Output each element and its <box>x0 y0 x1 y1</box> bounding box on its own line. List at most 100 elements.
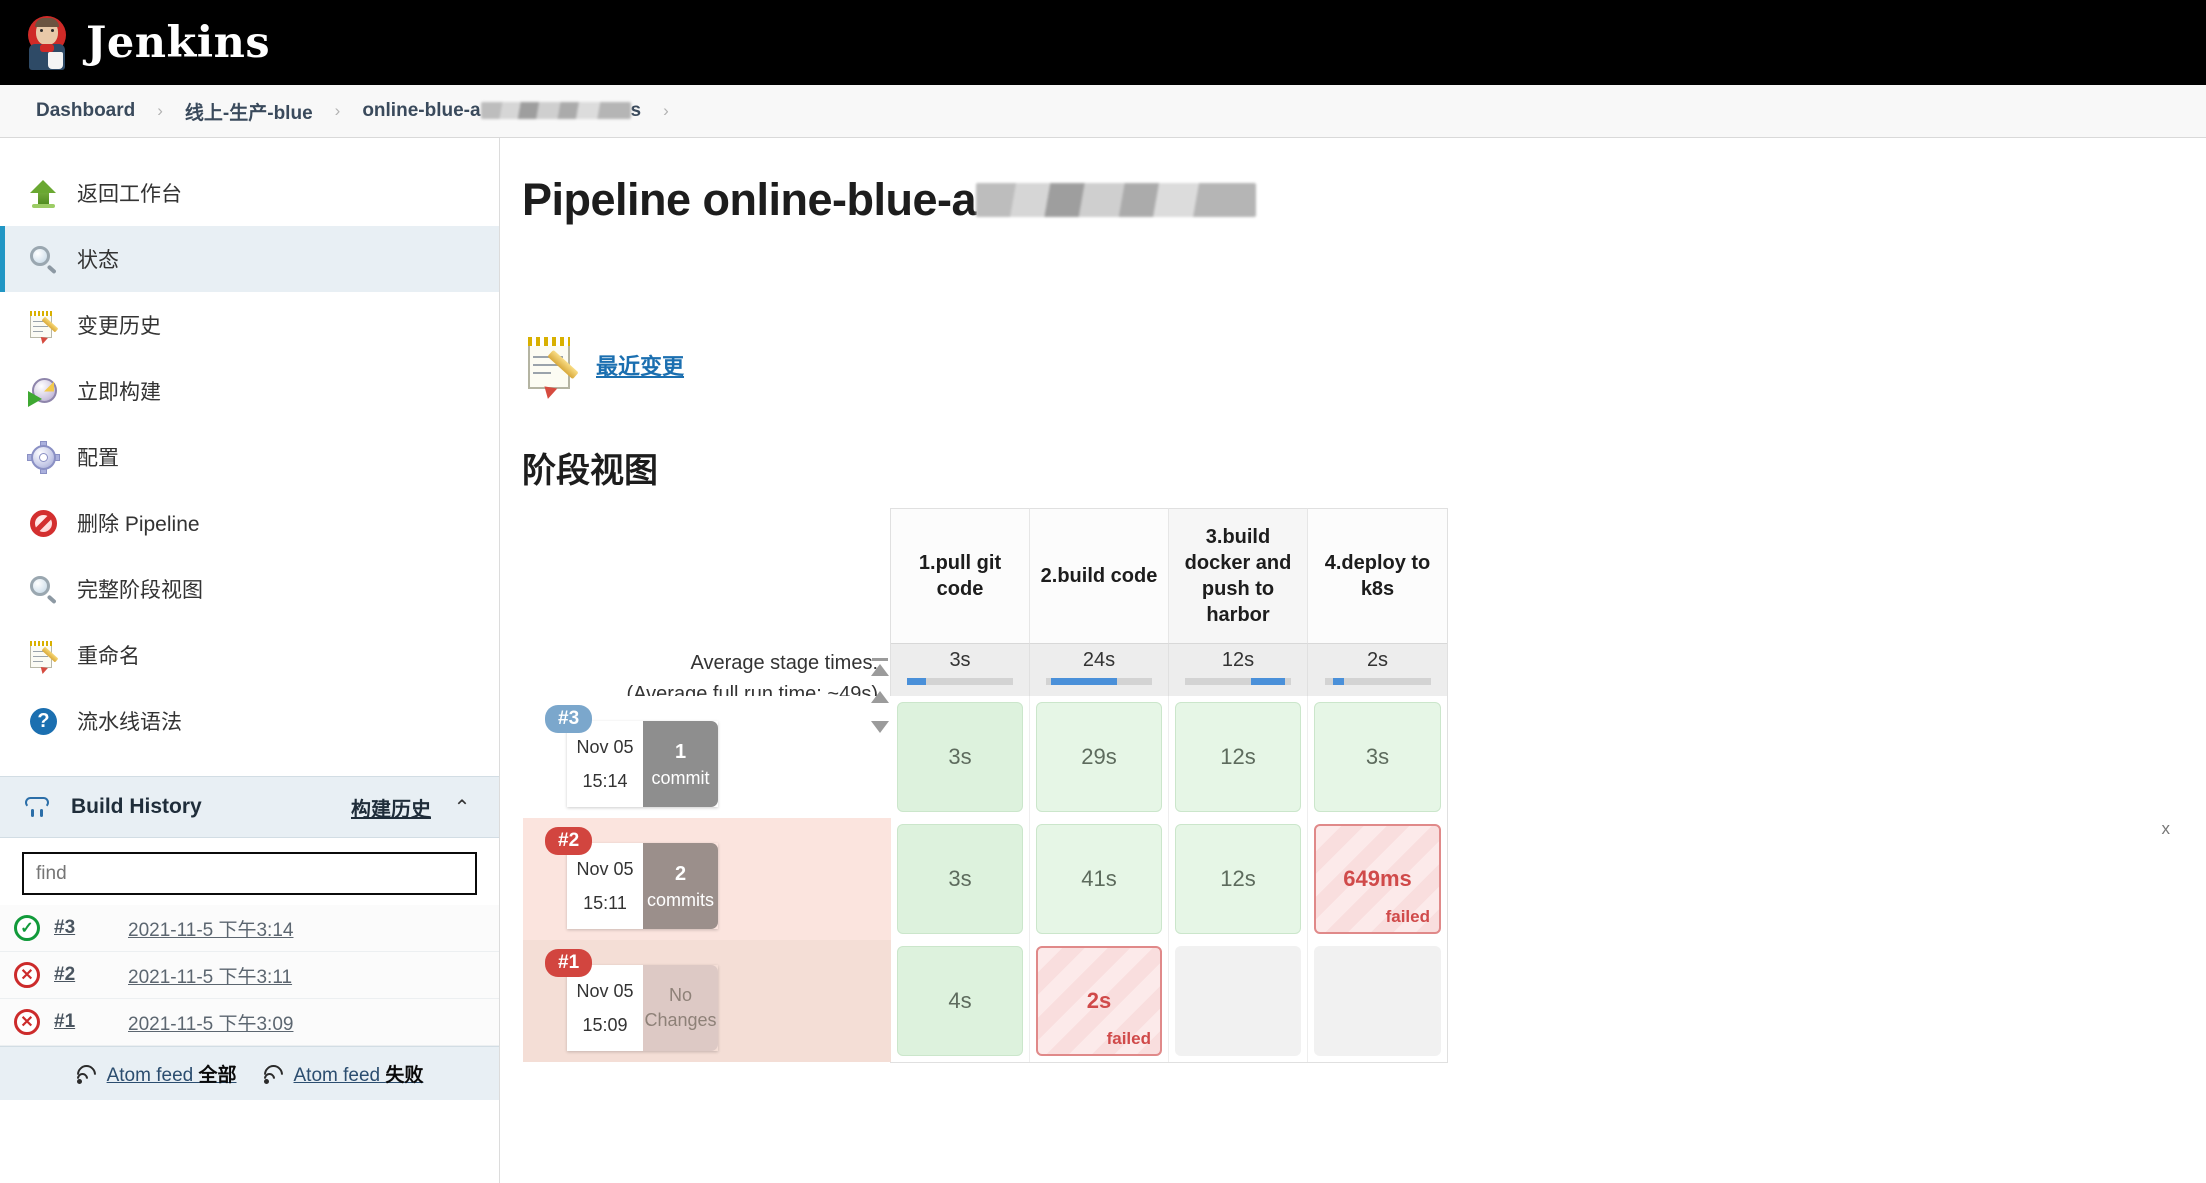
build-now-icon <box>27 375 60 408</box>
sidebar-item-label: 完整阶段视图 <box>77 579 203 602</box>
sidebar-item-pipeline-syntax[interactable]: ? 流水线语法 <box>0 688 499 754</box>
breadcrumb-item-job[interactable]: online-blue-a s <box>348 96 655 126</box>
run-build-badge[interactable]: #3 <box>545 705 593 733</box>
atom-feed-failed-label: Atom feed 失败 <box>293 1065 424 1086</box>
stage-cell[interactable]: 2s failed <box>1036 946 1162 1056</box>
atom-feed-failed-link[interactable]: Atom feed 失败 <box>259 1060 424 1088</box>
run-commit-count[interactable]: 2 commits <box>643 843 718 930</box>
stage-header-cell[interactable]: 3.build docker and push to harbor <box>1169 508 1308 643</box>
magnifier-icon <box>27 243 60 276</box>
notepad-pencil-icon <box>27 639 60 674</box>
atom-feed-all-label: Atom feed 全部 <box>106 1065 237 1086</box>
average-time-bar <box>1185 678 1291 685</box>
average-time-bar <box>1324 678 1431 685</box>
sidebar-item-status[interactable]: 状态 <box>0 226 499 292</box>
main-content: Pipeline online-blue-a 最近变更 阶段视图 Average… <box>500 138 2206 1183</box>
page-title-text: Pipeline online-blue-a <box>522 174 977 225</box>
sidebar-item-build-now[interactable]: 立即构建 <box>0 358 499 424</box>
scroll-arrows <box>870 658 896 738</box>
chevron-up-icon[interactable]: ⌃ <box>447 795 477 820</box>
build-number-link[interactable]: #2 <box>54 964 114 986</box>
stage-run-row: #3 Nov 05 15:14 1 commit 3s 29s 12s 3s <box>523 696 1447 818</box>
magnifier-icon <box>27 573 60 606</box>
build-date-link[interactable]: 2021-11-5 下午3:14 <box>128 915 293 942</box>
stage-cell-wrap: 3s <box>891 696 1030 818</box>
stage-cell-wrap: 649ms failed <box>1308 818 1447 940</box>
run-commit-count[interactable]: 1 commit <box>643 721 718 808</box>
stage-cell[interactable]: 3s <box>1314 702 1441 812</box>
scroll-to-top-arrow-icon[interactable] <box>870 658 890 678</box>
stage-cell-wrap: 41s <box>1030 818 1169 940</box>
scroll-up-arrow-icon[interactable] <box>870 688 890 708</box>
average-times-row: 3s 24s 12s 2s <box>891 643 1447 696</box>
notepad-pencil-icon <box>522 334 584 399</box>
sidebar-item-configure[interactable]: 配置 <box>0 424 499 490</box>
run-meta-card: Nov 05 15:11 2 commits <box>567 843 718 930</box>
run-commit-count: No Changes <box>643 965 718 1052</box>
run-meta: #2 Nov 05 15:11 2 commits <box>523 818 891 940</box>
average-time-value: 2s <box>1366 649 1389 671</box>
run-date: Nov 05 15:14 <box>567 721 643 808</box>
breadcrumb-separator-icon: › <box>334 101 341 120</box>
stage-cell-duration: 2s <box>1086 988 1112 1013</box>
stage-run-row: #2 Nov 05 15:11 2 commits 3s 41s 12s 649… <box>523 818 1447 940</box>
average-time-value: 3s <box>949 649 971 671</box>
notepad-pencil-icon <box>27 309 60 344</box>
stage-cell-wrap <box>1169 940 1308 1062</box>
stage-cell[interactable]: 3s <box>897 702 1023 812</box>
stage-grid: 1.pull git code 2.build code 3.build doc… <box>523 508 1448 1063</box>
build-history-link[interactable]: 构建历史 <box>351 793 431 822</box>
ban-icon <box>27 507 60 540</box>
status-success-icon: ✓ <box>14 915 40 941</box>
breadcrumb-item-folder[interactable]: 线上-生产-blue <box>171 94 327 129</box>
stage-cell[interactable]: 649ms failed <box>1314 824 1441 934</box>
stage-cell[interactable]: 29s <box>1036 702 1162 812</box>
build-number-link[interactable]: #1 <box>54 1011 114 1033</box>
sidebar-item-full-stage-view[interactable]: 完整阶段视图 <box>0 556 499 622</box>
stage-header-cell[interactable]: 1.pull git code <box>891 508 1030 643</box>
build-history-row[interactable]: ✓ #3 2021-11-5 下午3:14 <box>0 905 499 952</box>
jenkins-butler-logo-icon[interactable] <box>22 14 72 72</box>
help-icon: ? <box>27 705 60 738</box>
atom-feed-all-link[interactable]: Atom feed 全部 <box>72 1060 237 1088</box>
build-history-row[interactable]: ✕ #2 2021-11-5 下午3:11 <box>0 952 499 999</box>
breadcrumb-separator-icon: › <box>663 101 669 120</box>
build-history-row[interactable]: ✕ #1 2021-11-5 下午3:09 <box>0 999 499 1046</box>
stage-cell[interactable]: 41s <box>1036 824 1162 934</box>
stage-cell-failed-label: failed <box>1106 1029 1151 1048</box>
jenkins-wordmark[interactable]: Jenkins <box>86 18 270 68</box>
breadcrumb-job-prefix: online-blue-a <box>362 100 481 121</box>
sidebar: 返回工作台 状态 变更历史 立即构建 配置 删除 Pipeline 完整阶段视图… <box>0 138 2170 1183</box>
build-history-header: Build History 构建历史 ⌃ <box>0 776 499 838</box>
weather-cloud-icon <box>22 793 55 821</box>
average-time-value: 24s <box>1082 649 1116 671</box>
sidebar-item-label: 删除 Pipeline <box>77 513 200 536</box>
stage-cell[interactable]: 12s <box>1175 702 1301 812</box>
sidebar-item-delete-pipeline[interactable]: 删除 Pipeline <box>0 490 499 556</box>
run-meta-card: Nov 05 15:09 No Changes <box>567 965 718 1052</box>
sidebar-item-changes[interactable]: 变更历史 <box>0 292 499 358</box>
stage-cell-failed-label: failed <box>1385 907 1430 926</box>
recent-changes-link[interactable]: 最近变更 <box>596 349 684 381</box>
stage-cell[interactable]: 3s <box>897 824 1023 934</box>
run-build-badge[interactable]: #2 <box>545 827 593 855</box>
run-meta: #1 Nov 05 15:09 No Changes <box>523 940 891 1062</box>
stage-header-cell[interactable]: 2.build code <box>1030 508 1169 643</box>
run-build-badge[interactable]: #1 <box>545 949 593 977</box>
sidebar-item-label: 配置 <box>77 447 119 470</box>
stage-cell[interactable]: 4s <box>897 946 1023 1056</box>
sidebar-item-label: 返回工作台 <box>77 183 182 206</box>
breadcrumb-item-dashboard[interactable]: Dashboard <box>22 96 149 126</box>
sidebar-item-rename[interactable]: 重命名 <box>0 622 499 688</box>
stage-header-cell[interactable]: 4.deploy to k8s <box>1308 508 1447 643</box>
build-date-link[interactable]: 2021-11-5 下午3:11 <box>128 962 292 989</box>
sidebar-item-back-to-dashboard[interactable]: 返回工作台 <box>0 160 499 226</box>
stage-cell-wrap: 2s failed <box>1030 940 1169 1062</box>
stage-cell-empty <box>1175 946 1301 1056</box>
scroll-down-arrow-icon[interactable] <box>870 718 890 738</box>
stage-cell[interactable]: 12s <box>1175 824 1301 934</box>
build-date-link[interactable]: 2021-11-5 下午3:09 <box>128 1009 293 1036</box>
search-input[interactable] <box>22 852 477 895</box>
build-number-link[interactable]: #3 <box>54 917 114 939</box>
status-failed-icon: ✕ <box>14 1009 40 1035</box>
